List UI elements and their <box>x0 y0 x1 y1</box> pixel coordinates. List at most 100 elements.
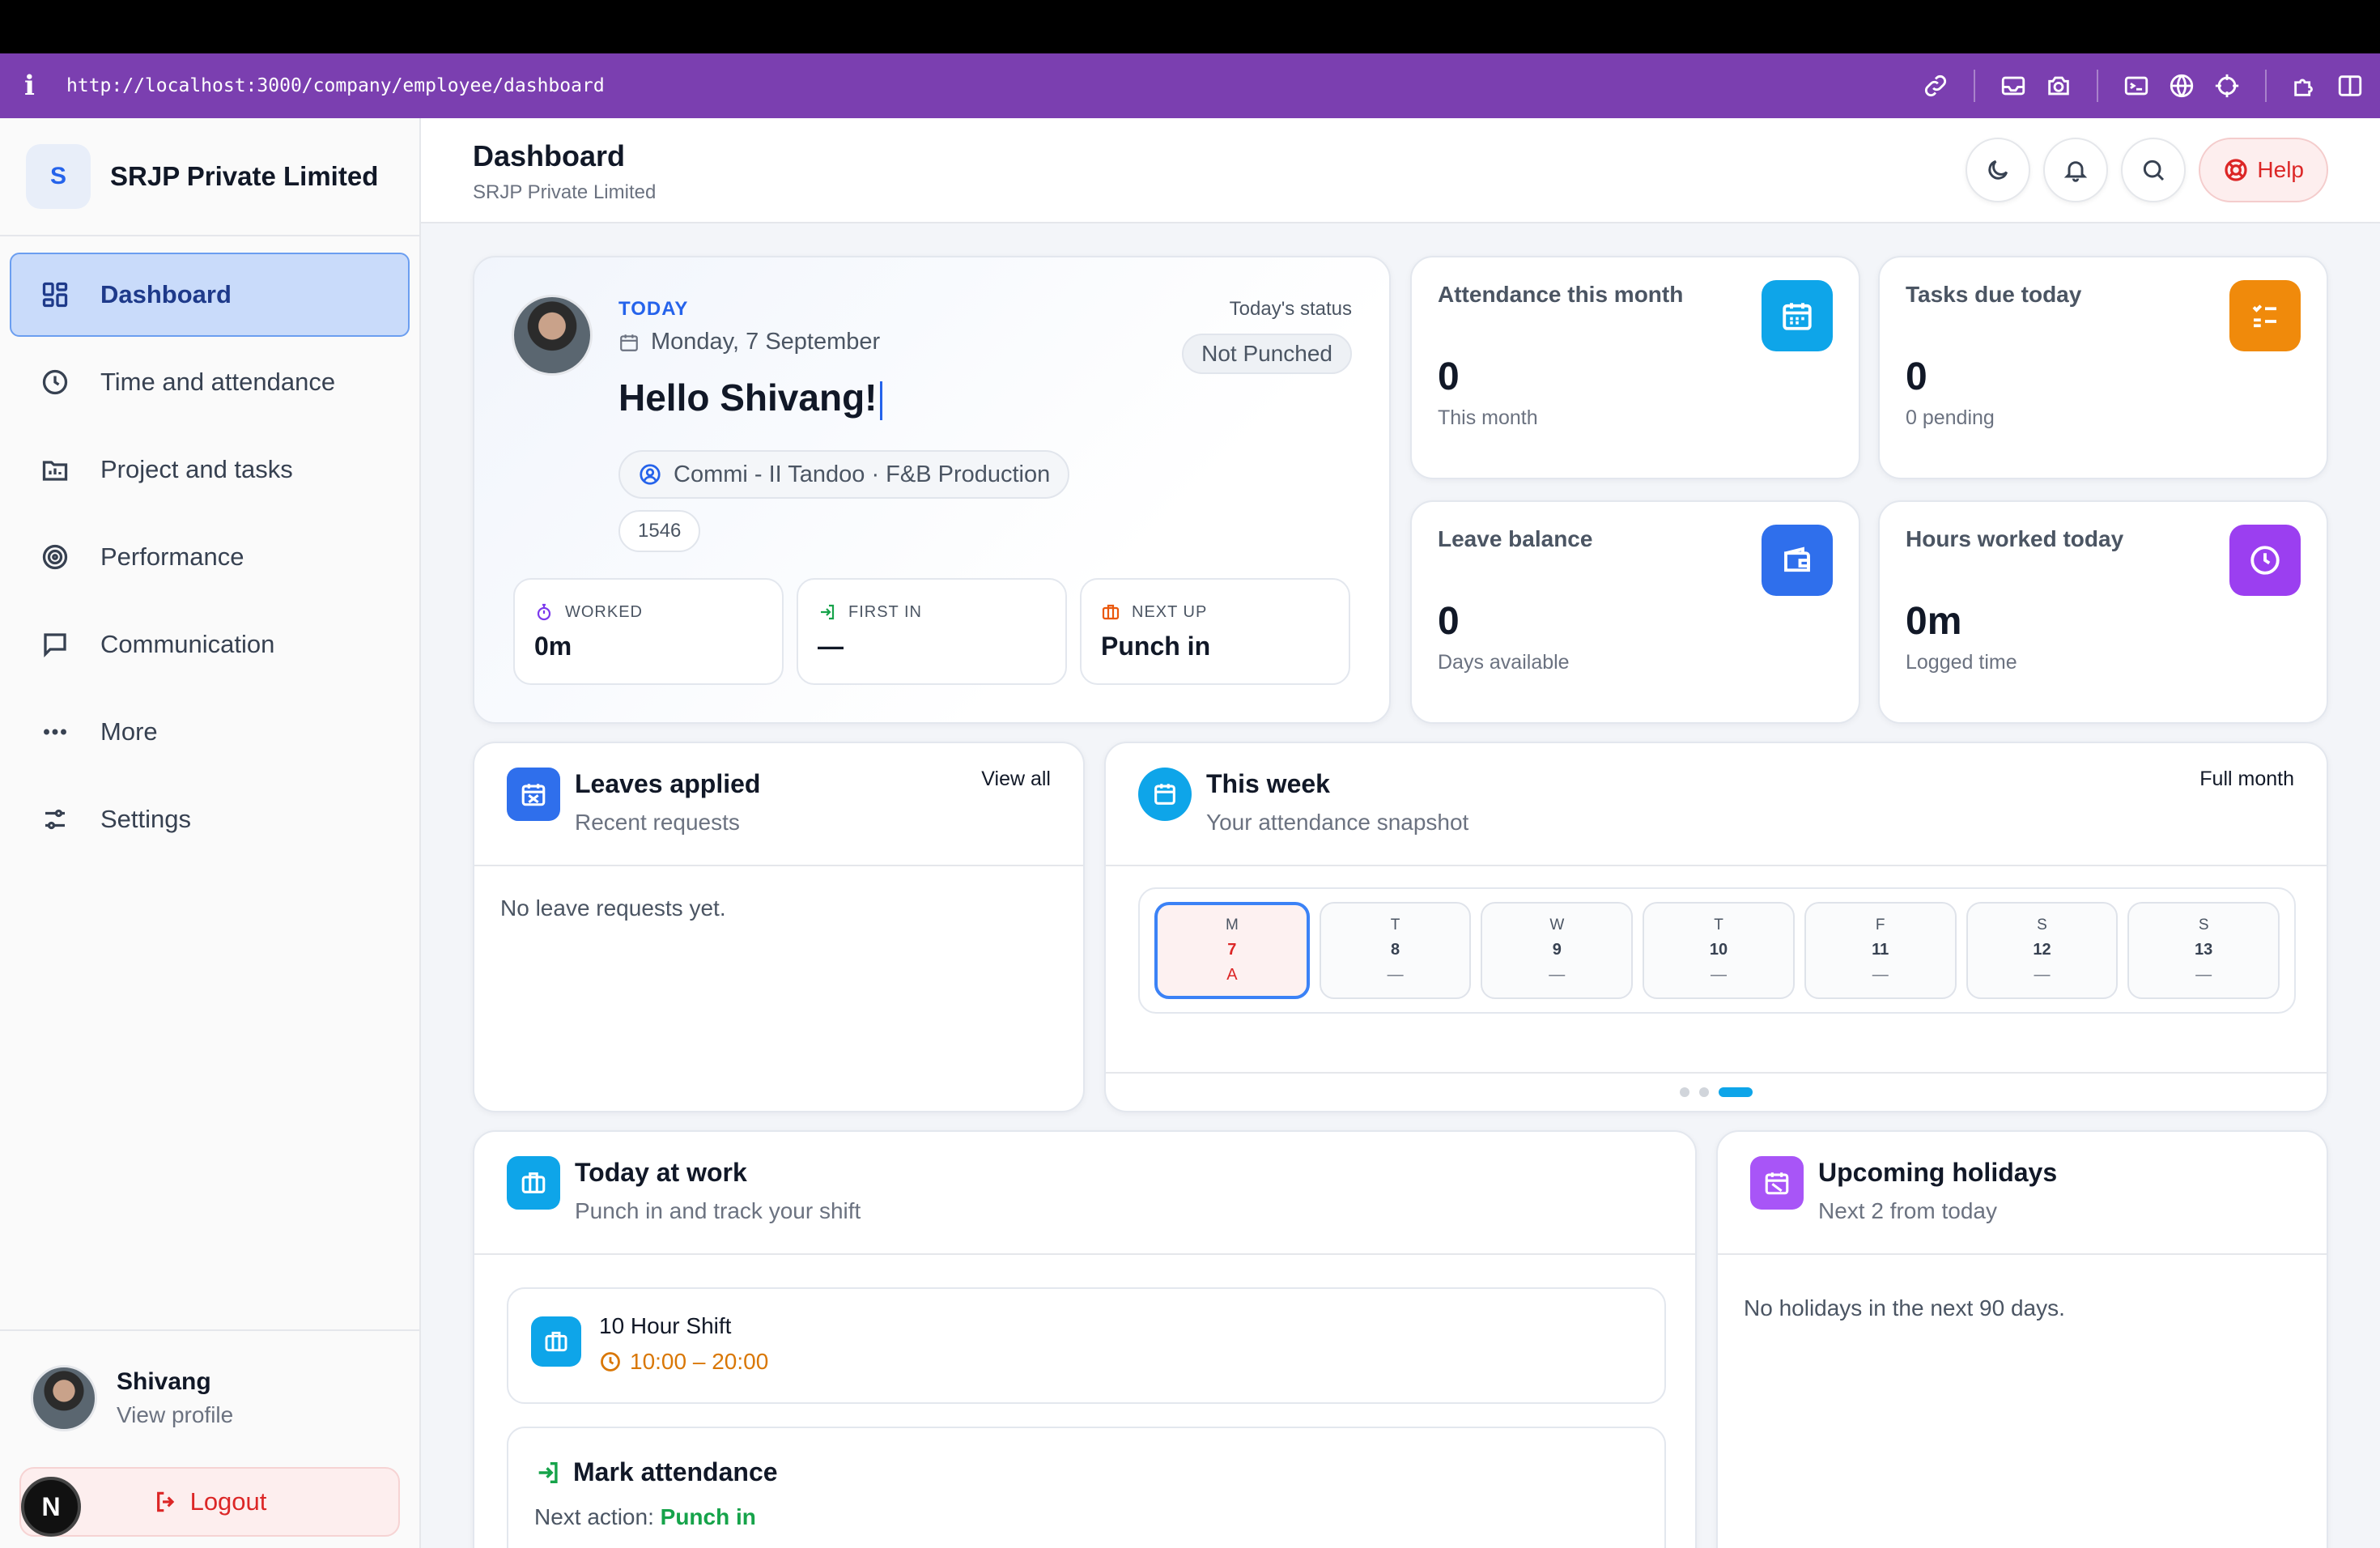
notifications-button[interactable] <box>2043 138 2109 202</box>
shift-hours: 10:00 – 20:00 <box>599 1349 768 1375</box>
stat-value: 0m <box>534 632 572 661</box>
stat-value: Punch in <box>1101 632 1211 661</box>
section-subtitle: Next 2 from today <box>1818 1198 1997 1223</box>
role-chip: Commi - II Tandoo · F&B Production <box>618 450 1070 499</box>
kpi-icon-tile <box>1762 525 1833 596</box>
sidebar-footer: Shivang View profile Logout N <box>0 1329 419 1548</box>
hours-worked-card[interactable]: Hours worked today 0m Logged time <box>1878 500 2328 724</box>
upcoming-holidays-card: Upcoming holidays Next 2 from today No h… <box>1716 1130 2328 1548</box>
stat-label: WORKED <box>534 602 643 622</box>
attendance-month-card[interactable]: Attendance this month 0 This month <box>1410 256 1860 479</box>
page-header: Dashboard SRJP Private Limited Help <box>421 118 2380 223</box>
empty-state-text: No holidays in the next 90 days. <box>1744 1295 2065 1320</box>
sidebar-item-communication[interactable]: Communication <box>10 602 410 687</box>
login-icon <box>538 1461 558 1483</box>
window-top-bar <box>0 0 2380 53</box>
url-text[interactable]: http://localhost:3000/company/employee/d… <box>66 75 605 96</box>
calendar-icon <box>620 334 638 351</box>
view-profile-link[interactable]: View profile <box>117 1402 233 1428</box>
checklist-icon <box>2252 304 2276 328</box>
section-header: Today at work Punch in and track your sh… <box>474 1132 1695 1255</box>
carousel-dot[interactable] <box>1680 1087 1689 1097</box>
camera-icon[interactable] <box>2045 72 2072 100</box>
nextjs-badge[interactable]: N <box>21 1477 81 1537</box>
theme-toggle-button[interactable] <box>1966 138 2031 202</box>
first-in-stat: FIRST IN — <box>797 578 1067 685</box>
shift-card: 10 Hour Shift 10:00 – 20:00 <box>507 1287 1666 1404</box>
page-title: Dashboard <box>473 139 626 172</box>
globe-icon[interactable] <box>2168 72 2195 100</box>
page-subtitle: SRJP Private Limited <box>473 181 657 203</box>
stat-label-text: WORKED <box>565 602 643 621</box>
login-icon <box>821 604 835 620</box>
info-icon[interactable]: i <box>24 70 66 102</box>
calendar-icon <box>1154 784 1175 805</box>
folder-chart-icon <box>42 461 68 481</box>
day-cell[interactable]: T 8 — <box>1319 902 1472 999</box>
section-header: This week Your attendance snapshot Full … <box>1106 743 2327 866</box>
sidebar-item-dashboard[interactable]: Dashboard <box>10 253 410 337</box>
day-mark: — <box>2195 966 2212 984</box>
profile-link[interactable]: Shivang View profile <box>31 1365 233 1431</box>
today-at-work-card: Today at work Punch in and track your sh… <box>473 1130 1697 1548</box>
mark-title-text: Mark attendance <box>573 1457 778 1486</box>
sidebar-item-projects[interactable]: Project and tasks <box>10 427 410 512</box>
terminal-icon[interactable] <box>2123 72 2150 100</box>
day-cell[interactable]: F 11 — <box>1804 902 1957 999</box>
day-cell[interactable]: T 10 — <box>1643 902 1795 999</box>
view-all-link[interactable]: View all <box>981 768 1051 791</box>
full-month-link[interactable]: Full month <box>2199 768 2294 791</box>
stat-label-text: NEXT UP <box>1132 602 1208 621</box>
sidebar-item-time-attendance[interactable]: Time and attendance <box>10 340 410 424</box>
sidebar-item-label: Project and tasks <box>100 455 293 483</box>
stat-label-text: FIRST IN <box>848 602 922 621</box>
tasks-due-card[interactable]: Tasks due today 0 0 pending <box>1878 256 2328 479</box>
next-action-value[interactable]: Punch in <box>661 1504 756 1529</box>
extension-icon[interactable] <box>2291 72 2318 100</box>
day-number: 13 <box>2195 941 2213 959</box>
dots-icon <box>44 729 66 735</box>
search-button[interactable] <box>2121 138 2187 202</box>
briefcase-icon <box>1102 604 1120 620</box>
stat-value: — <box>818 632 844 661</box>
sidebar-item-label: Time and attendance <box>100 368 336 396</box>
inbox-icon[interactable] <box>2000 72 2027 100</box>
crosshair-icon[interactable] <box>2213 72 2241 100</box>
day-name: T <box>1390 916 1400 933</box>
help-button[interactable]: Help <box>2199 138 2328 202</box>
carousel-dot[interactable] <box>1699 1087 1709 1097</box>
kpi-title: Tasks due today <box>1906 282 2082 307</box>
sidebar-item-settings[interactable]: Settings <box>10 777 410 861</box>
brand[interactable]: S SRJP Private Limited <box>0 118 419 236</box>
briefcase-icon <box>545 1331 567 1352</box>
sidebar-toggle-icon[interactable] <box>2336 72 2364 100</box>
link-icon[interactable] <box>1922 72 1949 100</box>
day-name: F <box>1875 916 1885 933</box>
sidebar-item-more[interactable]: More <box>10 690 410 774</box>
section-icon-tile <box>1750 1156 1804 1210</box>
employee-id-chip: 1546 <box>618 510 701 552</box>
sidebar-item-label: Communication <box>100 630 275 658</box>
mark-attendance-card[interactable]: Mark attendance Next action: Punch in <box>507 1427 1666 1548</box>
kpi-value: 0 <box>1438 600 1460 643</box>
section-subtitle: Your attendance snapshot <box>1206 810 1469 835</box>
day-mark: — <box>2034 966 2051 984</box>
section-title: Today at work <box>575 1158 747 1187</box>
day-cell[interactable]: W 9 — <box>1481 902 1634 999</box>
day-cell[interactable]: S 13 — <box>2127 902 2280 999</box>
leave-balance-card[interactable]: Leave balance 0 Days available <box>1410 500 1860 724</box>
day-name: M <box>1225 916 1239 933</box>
kpi-icon-tile <box>1762 280 1833 351</box>
day-cell[interactable]: S 12 — <box>1966 902 2119 999</box>
sliders-icon <box>45 809 65 830</box>
today-date: Monday, 7 September <box>618 329 880 355</box>
kpi-subtitle: 0 pending <box>1906 406 1995 429</box>
day-name: S <box>2037 916 2047 933</box>
sidebar-item-performance[interactable]: Performance <box>10 515 410 599</box>
day-cell[interactable]: M 7 A <box>1154 902 1310 999</box>
kpi-subtitle: Logged time <box>1906 651 2017 674</box>
section-title: Upcoming holidays <box>1818 1158 2058 1187</box>
section-icon-tile <box>507 768 560 821</box>
carousel-dot-active[interactable] <box>1719 1087 1753 1097</box>
next-up-stat[interactable]: NEXT UP Punch in <box>1080 578 1350 685</box>
